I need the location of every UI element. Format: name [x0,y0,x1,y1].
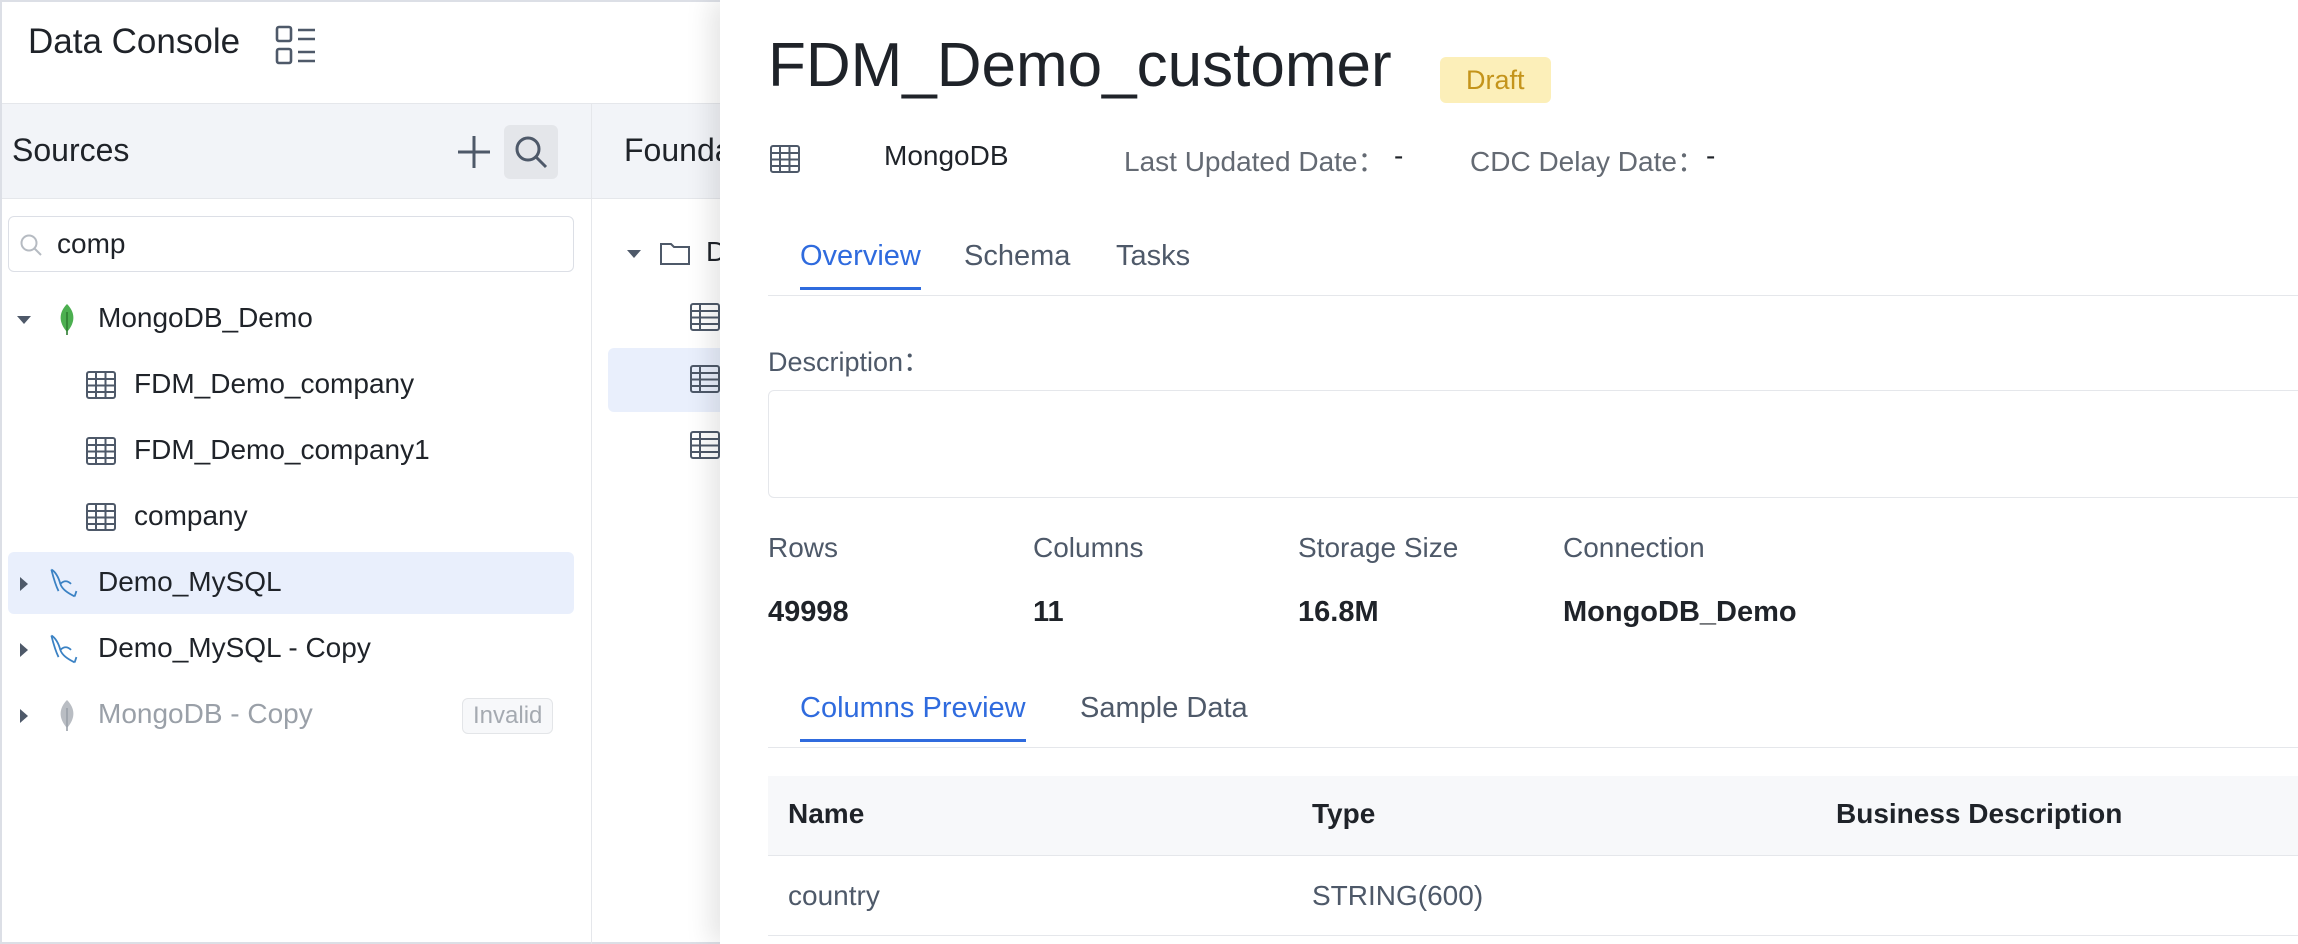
database-type: MongoDB [884,140,1009,171]
columns-value: 11 [1033,596,1064,628]
sources-title: Sources [12,132,130,168]
mongodb-leaf-icon [60,700,74,731]
cell-name: country [788,880,880,911]
tree-item-label: MongoDB - Copy [98,698,313,729]
rows-label: Rows [768,532,839,563]
last-updated-value: - [1394,140,1404,171]
tab-sample-data[interactable]: Sample Data [1080,692,1248,739]
table-icon [690,303,720,331]
detail-tabs: Overview Schema Tasks [768,240,2298,296]
tree-item-mongodb-demo[interactable]: MongoDB_Demo [8,288,574,350]
description-field[interactable] [768,390,2298,498]
tree-item-mongodb-copy[interactable]: MongoDB - Copy Invalid [8,684,574,746]
tree-item-demo-mysql[interactable]: Demo_MySQL [8,552,574,614]
foundation-panel: Foundation D [592,104,738,944]
table-meta-row: MongoDB Last Updated Date： - CDC Delay D… [768,136,1968,177]
sources-header: Sources [2,104,591,199]
table-title: FDM_Demo_customer [768,31,1392,100]
tab-tasks[interactable]: Tasks [1116,240,1190,287]
storage-size-value: 16.8M [1298,596,1379,628]
header-type: Type [1312,798,1376,829]
tab-columns-preview[interactable]: Columns Preview [800,692,1026,742]
foundation-title: Foundation [624,132,732,168]
source-search-box[interactable] [8,216,574,272]
search-icon [515,136,548,169]
cell-type: STRING(600) [1312,880,1484,911]
draft-status-badge: Draft [1440,57,1551,103]
header-business-description: Business Description [1836,798,2123,829]
preview-tabs: Columns Preview Sample Data [768,692,2298,748]
table-icon [86,371,116,399]
mysql-dolphin-icon [50,568,78,598]
table-details-drawer: FDM_Demo_customer Draft MongoDB Last Upd… [720,0,2298,944]
add-source-button[interactable] [450,128,498,176]
source-search-input[interactable] [57,225,557,263]
sources-panel: Sources MongoDB_Demo [2,104,592,944]
tree-item-label: Demo_MySQL - Copy [98,632,371,663]
tree-item-demo-mysql-copy[interactable]: Demo_MySQL - Copy [8,618,574,680]
app-title: Data Console [28,22,241,61]
foundation-table-row-selected[interactable] [608,348,738,412]
caret-down-icon[interactable] [624,244,644,264]
caret-right-icon[interactable] [14,640,34,660]
tree-item-label: Demo_MySQL [98,566,282,597]
plus-icon [458,136,490,168]
columns-preview-table: Name Type Business Description country S… [768,776,2298,936]
table-icon [86,503,116,531]
mysql-dolphin-icon [50,634,78,664]
tree-item-label: MongoDB_Demo [98,302,313,333]
mongodb-leaf-icon [60,304,74,335]
tab-schema[interactable]: Schema [964,240,1070,287]
tree-item-fdm-demo-company1[interactable]: FDM_Demo_company1 [8,420,574,482]
folder-icon [660,243,690,265]
table-icon [770,145,800,173]
cdc-delay-value: - [1706,140,1716,171]
tree-item-label: FDM_Demo_company1 [134,434,430,465]
invalid-status-badge: Invalid [462,698,554,734]
table-icon [86,437,116,465]
foundation-header: Foundation [592,104,732,199]
connection-value: MongoDB_Demo [1563,596,1797,628]
caret-down-icon[interactable] [14,310,34,330]
tree-item-fdm-demo-company[interactable]: FDM_Demo_company [8,354,574,416]
table-header-row: Name Type Business Description [768,776,2298,856]
columns-label: Columns [1033,532,1144,563]
tree-item-company[interactable]: company [8,486,574,548]
tab-overview[interactable]: Overview [800,240,921,290]
last-updated-label: Last Updated Date： [1124,146,1386,177]
foundation-folder-row[interactable]: D [624,222,734,286]
header-name: Name [788,798,865,829]
tree-item-label: company [134,500,248,531]
table-icon [690,365,720,393]
connection-label: Connection [1563,532,1705,563]
search-button[interactable] [504,125,558,179]
caret-right-icon[interactable] [14,706,34,726]
rows-value: 49998 [768,596,849,628]
search-icon [20,234,42,256]
table-row: country STRING(600) [768,856,2298,936]
layout-list-icon[interactable] [274,24,318,68]
cdc-delay-label: CDC Delay Date： [1470,146,1705,177]
description-label: Description： [768,347,931,377]
tree-item-label: FDM_Demo_company [134,368,415,399]
storage-size-label: Storage Size [1298,532,1459,563]
table-icon [690,431,720,459]
caret-right-icon[interactable] [14,574,34,594]
